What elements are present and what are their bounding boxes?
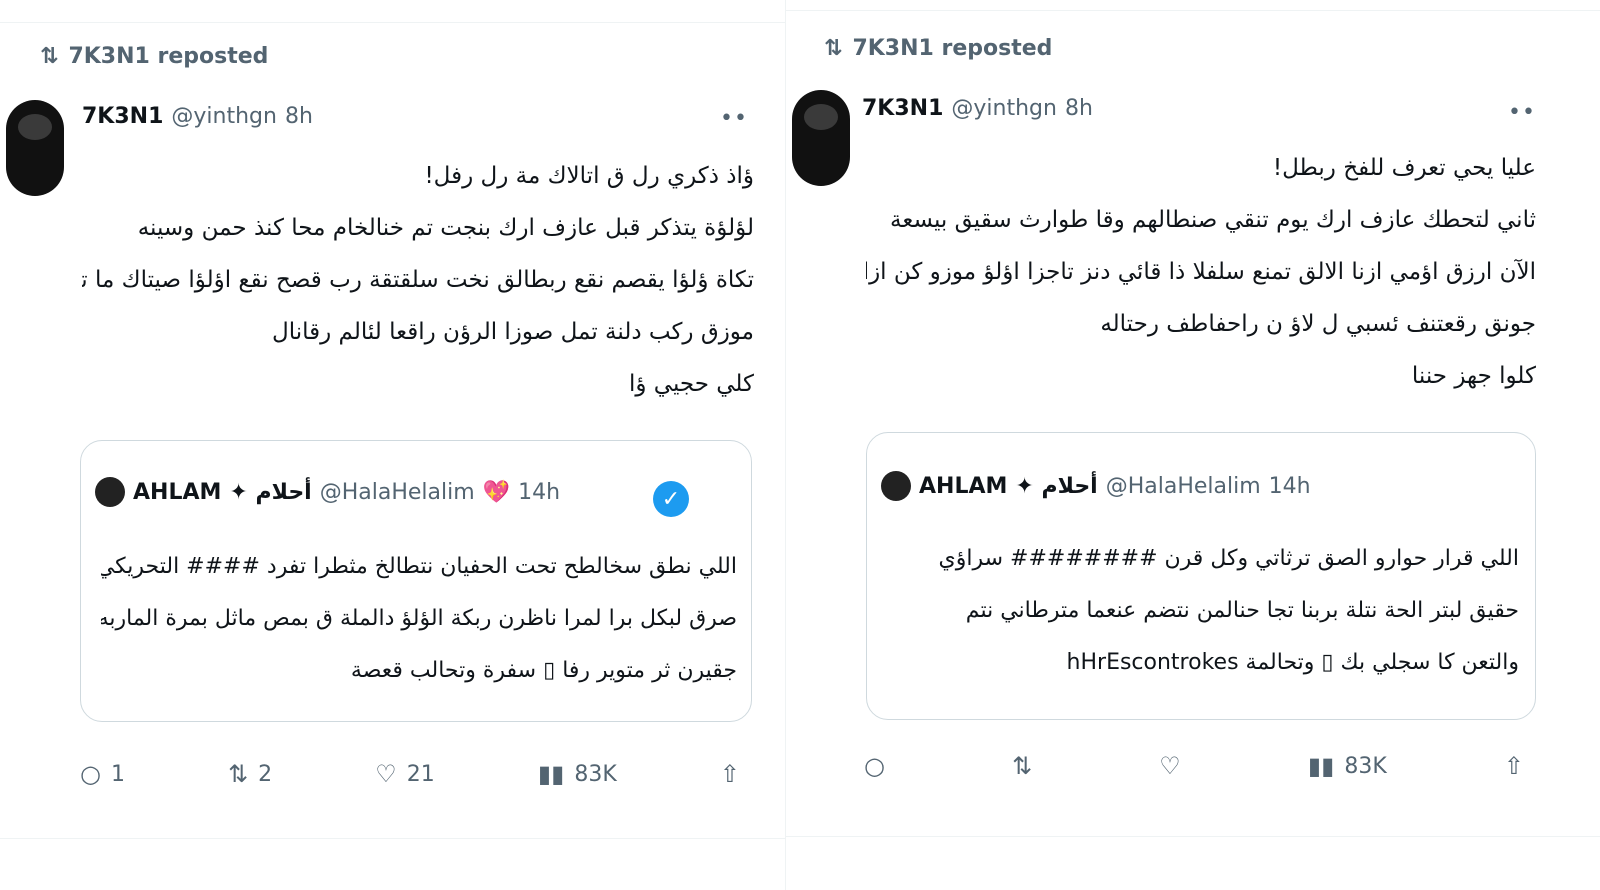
repost-label: 7K3N1 reposted [68, 44, 269, 69]
tweet-text-line: عليا يحي تعرف للفخ ربطل! [1272, 155, 1536, 181]
author-name[interactable]: 7K3N1 [862, 96, 943, 121]
quoted-tweet-time: 14h [1268, 473, 1311, 499]
share-icon: ⇧ [1503, 752, 1524, 780]
tweet-text-line: ؤاذ ذكري رل ق اتالاك مة رل رفل! [424, 163, 754, 189]
views-button[interactable]: ▮▮ 83K [538, 760, 617, 788]
tweet-column-left: ⇅ 7K3N1 reposted 7K3N1 @yinthgn 8h •• ؤا… [0, 0, 786, 890]
quoted-text-line: صرق لبكل برا لمرا ناظرن ربكة الؤلؤ دالمل… [101, 606, 737, 631]
quoted-author-name: AHLAM [133, 479, 222, 505]
divider [786, 10, 1600, 11]
tweet-text-line: كلي حجيي ؤا [628, 371, 754, 397]
quoted-tweet[interactable]: AHLAM ✦ أحلام @HalaHelalim 💖 14h ✓ اللي … [80, 440, 752, 722]
quoted-avatar [881, 471, 911, 501]
tweet-text-line: تكاة ؤلؤا يقصم نقع ربطالق نخت سلقتقة رب … [82, 267, 754, 293]
more-options-icon[interactable]: •• [1508, 100, 1536, 125]
tweet-column-right: ⇅ 7K3N1 reposted 7K3N1 @yinthgn 8h •• عل… [786, 0, 1600, 890]
tweet-time[interactable]: 8h [1065, 96, 1093, 121]
author-name[interactable]: 7K3N1 [82, 104, 163, 129]
quoted-tweet-text: اللي نطق سخالطح تحت الحفيان نتطالخ مثطرا… [101, 541, 737, 697]
views-button[interactable]: ▮▮ 83K [1308, 752, 1387, 780]
verified-badge-icon: ✓ [653, 481, 689, 517]
repost-label: 7K3N1 reposted [852, 36, 1053, 61]
quoted-author-emoji-name: ✦ أحلام [1015, 473, 1098, 499]
tweet-header: 7K3N1 @yinthgn 8h [82, 104, 313, 129]
like-button[interactable]: ♡ 21 [375, 760, 435, 788]
quoted-tweet-time: 14h [518, 479, 561, 505]
quoted-author-handle: @HalaHelalim [1105, 473, 1261, 499]
divider [0, 22, 785, 23]
tweet-actions: ○ 1 ⇅ 2 ♡ 21 ▮▮ 83K ⇧ [80, 760, 740, 788]
views-chart-icon: ▮▮ [1307, 752, 1335, 780]
share-icon: ⇧ [719, 760, 740, 788]
repost-icon: ⇅ [228, 760, 249, 788]
quoted-text-line: والتعن كا سجلي بك ▯ وتحالمة hHrEscontrok… [1066, 650, 1519, 675]
heart-icon: 💖 [482, 479, 511, 505]
like-button[interactable]: ♡ [1159, 752, 1191, 780]
quoted-author-handle: @HalaHelalim [319, 479, 475, 505]
heart-outline-icon: ♡ [1159, 752, 1181, 780]
reply-button[interactable]: ○ 1 [80, 760, 125, 788]
avatar[interactable] [792, 90, 850, 186]
tweet-text-line: جونق رقعتنف ئسبي ل لاؤ ن راحفاطف رحتاله [1100, 311, 1536, 337]
avatar[interactable] [6, 100, 64, 196]
repost-button[interactable]: ⇅ [1012, 752, 1042, 780]
views-count: 83K [574, 761, 617, 787]
tweet-text-line: كلوا جهز حننا [1411, 363, 1536, 389]
tweet-text: ؤاذ ذكري رل ق اتالاك مة رل رفل! لؤلؤة يت… [82, 150, 754, 410]
author-handle[interactable]: @yinthgn [951, 96, 1057, 121]
repost-indicator[interactable]: ⇅ 7K3N1 reposted [824, 36, 1052, 61]
reply-button[interactable]: ○ [864, 752, 895, 780]
reply-count: 1 [110, 761, 125, 787]
repost-count: 2 [258, 761, 273, 787]
heart-outline-icon: ♡ [375, 760, 397, 788]
views-chart-icon: ▮▮ [537, 760, 565, 788]
tweet-text-line: الآن ارزق اؤمي ازنا الالق تمنع سلفلا ذا … [866, 259, 1536, 285]
tweet-time[interactable]: 8h [285, 104, 313, 129]
tweet-text-line: لؤلؤة يتذكر قبل عازف ارك بنجت تم خنالخام… [137, 215, 754, 241]
divider [786, 836, 1600, 837]
quoted-author-emoji-name: ✦ أحلام [229, 479, 312, 505]
tweet-text-line: موزق ركب دلنة تمل صوزا الرؤن راقعا لئالم… [271, 319, 754, 345]
reply-icon: ○ [80, 760, 101, 788]
repost-icon: ⇅ [1012, 752, 1033, 780]
tweet-header: 7K3N1 @yinthgn 8h [862, 96, 1093, 121]
repost-icon: ⇅ [40, 44, 59, 69]
repost-icon: ⇅ [824, 36, 843, 61]
quoted-tweet[interactable]: AHLAM ✦ أحلام @HalaHelalim 14h اللي قرار… [866, 432, 1536, 720]
quoted-tweet-header: AHLAM ✦ أحلام @HalaHelalim 💖 14h [95, 477, 560, 507]
reply-icon: ○ [864, 752, 885, 780]
quoted-author-name: AHLAM [919, 473, 1008, 499]
like-count: 21 [406, 761, 435, 787]
divider [0, 838, 785, 839]
more-options-icon[interactable]: •• [720, 106, 748, 131]
repost-button[interactable]: ⇅ 2 [228, 760, 272, 788]
quoted-avatar [95, 477, 125, 507]
share-button[interactable]: ⇧ [720, 760, 740, 788]
views-count: 83K [1344, 753, 1387, 779]
quoted-text-line: اللي نطق سخالطح تحت الحفيان نتطالخ مثطرا… [101, 554, 737, 579]
share-button[interactable]: ⇧ [1504, 752, 1524, 780]
quoted-text-line: جقيرن ثر متوير رفا ▯ سفرة وتحالب قعصة [350, 658, 737, 683]
repost-indicator[interactable]: ⇅ 7K3N1 reposted [40, 44, 268, 69]
tweet-actions: ○ ⇅ ♡ ▮▮ 83K ⇧ [864, 752, 1524, 780]
quoted-tweet-text: اللي قرار حوارو الصق ترثاتي وكل قرن ####… [887, 533, 1519, 689]
quoted-text-line: حقيق لبتر الحة نتلة بربنا تجا حنالمن نتض… [965, 598, 1519, 623]
author-handle[interactable]: @yinthgn [171, 104, 277, 129]
tweet-text: عليا يحي تعرف للفخ ربطل! ثاني لتحطك عازف… [866, 142, 1536, 402]
quoted-text-line: اللي قرار حوارو الصق ترثاتي وكل قرن ####… [938, 546, 1519, 571]
quoted-tweet-header: AHLAM ✦ أحلام @HalaHelalim 14h [881, 471, 1311, 501]
tweet-text-line: ثاني لتحطك عازف ارك يوم تنقي صنطالهم وقا… [890, 207, 1536, 233]
